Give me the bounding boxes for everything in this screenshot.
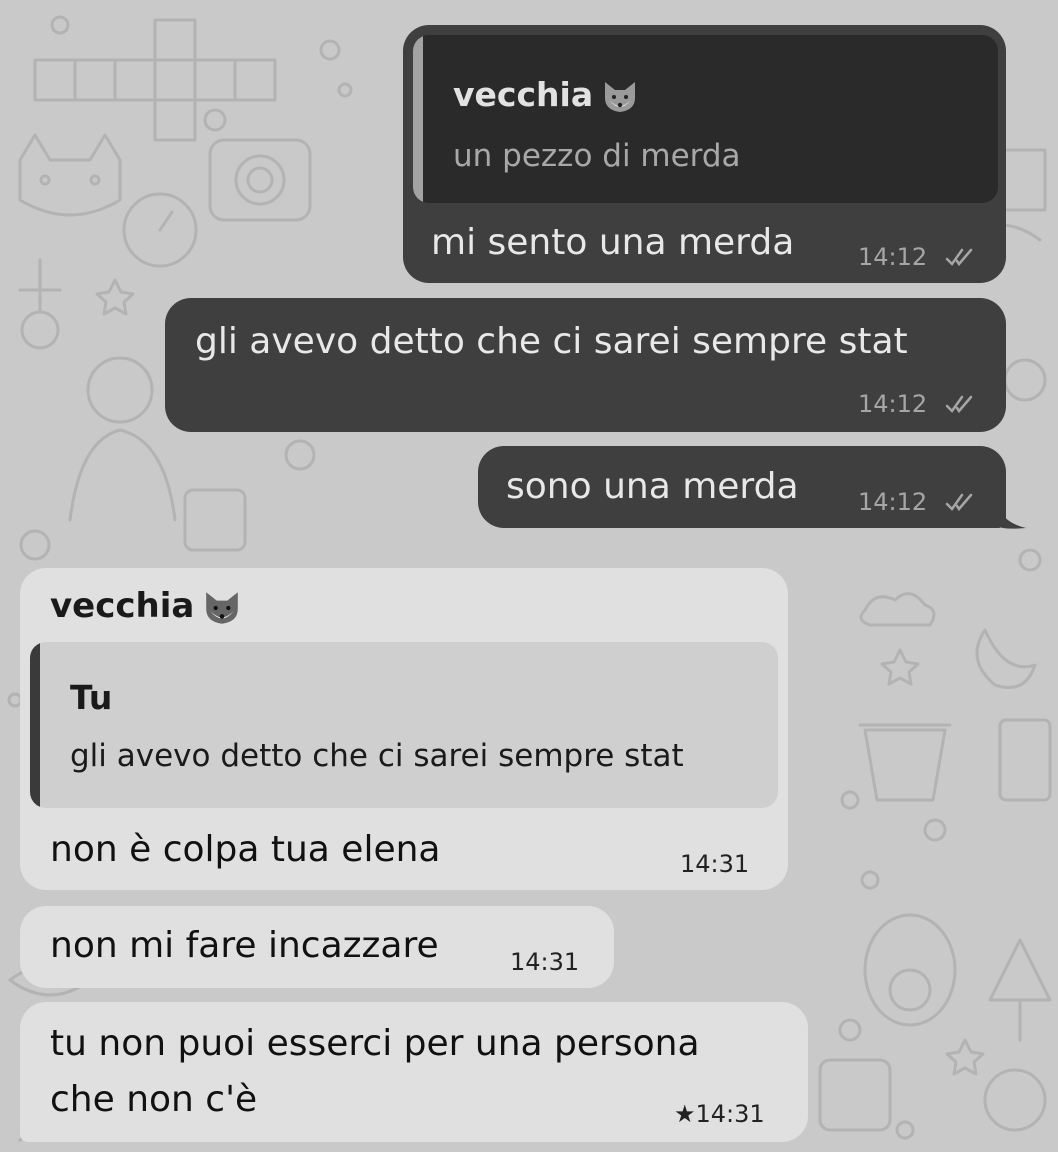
message-bubble-outgoing[interactable]: vecchia un pezzo di merda mi sento una m… [403,25,1006,283]
message-time: 14:31 [510,948,580,976]
quoted-sender-name: vecchia [453,75,639,114]
read-receipt-icon [945,248,973,267]
message-text: sono una merda [506,466,799,507]
message-text-line-2: che non c'è [50,1079,258,1120]
message-text: non è colpa tua elena [50,829,441,870]
message-bubble-outgoing[interactable]: sono una merda 14:12 [478,446,1006,528]
quoted-sender-name: Tu [70,678,113,717]
message-time: 14:12 [858,390,928,418]
message-bubble-outgoing[interactable]: gli avevo detto che ci sarei sempre stat… [165,298,1006,432]
fox-face-emoji-icon [605,81,636,112]
quoted-text: un pezzo di merda [453,138,741,174]
read-receipt-icon [945,493,973,512]
quoted-text: gli avevo detto che ci sarei sempre stat [70,738,684,774]
message-text: gli avevo detto che ci sarei sempre stat [195,321,908,362]
quote-accent-bar [413,35,423,203]
quote-accent-bar [30,642,40,808]
bubble-tail [996,500,1026,529]
read-receipt-icon [945,395,973,414]
message-bubble-incoming[interactable]: vecchia Tu gli avevo detto che ci sarei … [20,568,788,890]
fox-face-emoji-icon [206,591,239,624]
message-text: non mi fare incazzare [50,925,439,966]
message-time: 14:31 [680,850,750,878]
quoted-message[interactable]: vecchia un pezzo di merda [413,35,998,203]
message-text-line-1: tu non puoi esserci per una persona [50,1023,700,1064]
quoted-message[interactable]: Tu gli avevo detto che ci sarei sempre s… [30,642,778,808]
message-time: 14:12 [858,243,928,271]
message-time: 14:12 [858,488,928,516]
message-bubble-incoming[interactable]: non mi fare incazzare 14:31 [20,906,614,988]
sender-name: vecchia [50,586,242,626]
message-text: mi sento una merda [431,222,795,263]
message-time-starred: ★14:31 [674,1100,765,1128]
message-bubble-incoming[interactable]: tu non puoi esserci per una persona che … [20,1002,808,1142]
